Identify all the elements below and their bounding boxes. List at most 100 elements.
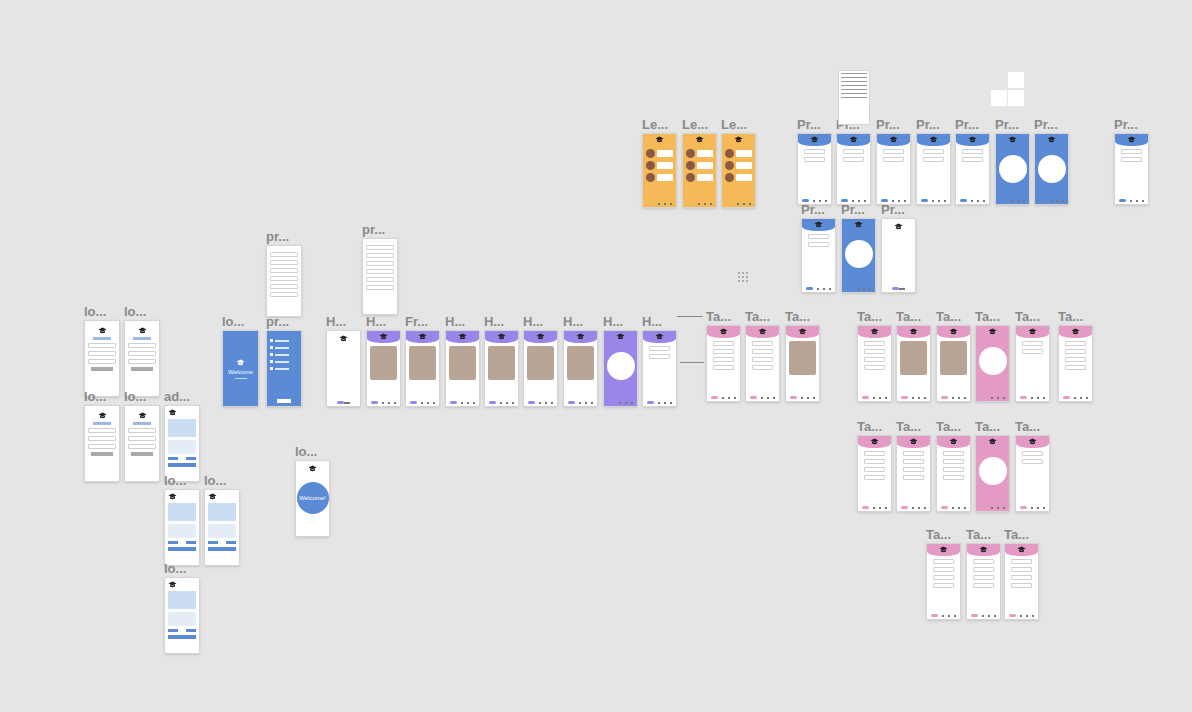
graduation-cap-icon (695, 136, 704, 143)
shape-square[interactable] (1008, 90, 1024, 106)
artboard[interactable]: Ta... (975, 420, 1010, 512)
artboard[interactable]: Ta... (936, 420, 971, 512)
artboard[interactable]: Ta... (785, 310, 820, 402)
artboard-label: Ta... (1015, 310, 1050, 325)
shape-square[interactable] (1008, 72, 1024, 88)
artboard[interactable]: lo... (84, 305, 120, 397)
artboard[interactable]: H... (603, 315, 638, 407)
artboard[interactable]: Ta... (936, 310, 971, 402)
artboard[interactable]: Ta... (745, 310, 780, 402)
artboard[interactable]: lo... (124, 390, 160, 482)
photo (567, 346, 594, 380)
bottom-nav (842, 287, 875, 292)
bottom-nav (937, 506, 970, 511)
design-canvas[interactable]: lo...lo...lo...lo...ad...lo...lo...lo...… (0, 0, 1192, 712)
artboard[interactable]: Ta... (1004, 528, 1039, 620)
artboard[interactable]: Pr... (881, 203, 916, 293)
artboard[interactable]: Pr... (1114, 118, 1149, 205)
artboard[interactable]: Ta... (975, 310, 1010, 402)
artboard-label: lo... (204, 474, 240, 489)
photo (409, 346, 436, 380)
artboard[interactable]: Pr... (1034, 118, 1069, 205)
artboard[interactable]: Le... (721, 118, 756, 208)
content-lines (85, 428, 119, 449)
artboard[interactable]: H... (366, 315, 401, 407)
artboard-label: Pr... (916, 118, 951, 133)
graduation-cap-icon (616, 333, 625, 340)
artboard[interactable]: Ta... (857, 420, 892, 512)
graduation-cap-icon (939, 546, 948, 553)
photo (488, 346, 515, 380)
artboard[interactable]: Ta... (1015, 310, 1050, 402)
graduation-cap-icon (1017, 546, 1026, 553)
artboard[interactable]: Le... (642, 118, 677, 208)
artboard-label: Pr... (995, 118, 1030, 133)
content-lines (840, 149, 867, 162)
graduation-cap-icon (949, 438, 958, 445)
content-lines (930, 559, 957, 588)
artboard[interactable]: Pr... (797, 118, 832, 205)
artboard[interactable]: Fr... (405, 315, 440, 407)
artboard-label: Ta... (926, 528, 961, 543)
artboard[interactable]: lo... (124, 305, 160, 397)
dot-handle[interactable] (738, 272, 748, 282)
artboard[interactable]: Ta... (1015, 420, 1050, 512)
artboard[interactable]: Pr... (916, 118, 951, 205)
artboard[interactable]: lo... (164, 562, 200, 654)
bottom-nav (524, 401, 557, 406)
graduation-cap-icon (138, 412, 147, 419)
content-lines (940, 451, 967, 480)
artboard[interactable]: lo...Welcome (222, 315, 259, 407)
artboard[interactable]: Ta... (896, 420, 931, 512)
bottom-nav (564, 401, 597, 406)
bottom-nav (802, 287, 835, 292)
artboard[interactable]: pr... (362, 223, 398, 315)
artboard[interactable]: ad... (164, 390, 200, 482)
artboard[interactable]: Pr... (801, 203, 836, 293)
graduation-cap-icon (894, 223, 903, 230)
artboard[interactable]: H... (326, 315, 361, 407)
content-lines (1008, 559, 1035, 588)
artboard[interactable]: Le... (682, 118, 717, 208)
artboard-label: lo... (84, 390, 120, 405)
artboard[interactable]: Ta... (857, 310, 892, 402)
artboard[interactable]: Ta... (706, 310, 741, 402)
artboard[interactable]: Pr... (995, 118, 1030, 205)
artboard[interactable]: Ta... (1058, 310, 1093, 402)
artboard[interactable]: lo... (84, 390, 120, 482)
artboard[interactable]: lo... (164, 474, 200, 566)
graduation-cap-icon (814, 221, 823, 228)
artboard[interactable]: lo...Welcome! (295, 445, 330, 537)
artboard[interactable]: lo... (204, 474, 240, 566)
artboard[interactable]: H... (642, 315, 677, 407)
artboard[interactable]: H... (523, 315, 558, 407)
shape-square[interactable] (991, 90, 1007, 106)
artboard-label: Ta... (1015, 420, 1050, 435)
graduation-cap-icon (655, 136, 664, 143)
artboard[interactable]: Pr... (836, 118, 871, 205)
artboard[interactable]: Pr... (841, 203, 876, 293)
artboard[interactable]: Ta... (926, 528, 961, 620)
artboard[interactable]: Pr... (876, 118, 911, 205)
bottom-nav (367, 401, 400, 406)
artboard[interactable]: H... (445, 315, 480, 407)
artboard[interactable]: Ta... (966, 528, 1001, 620)
artboard-label: pr... (266, 230, 302, 245)
artboard[interactable]: Pr... (955, 118, 990, 205)
artboard[interactable]: pr... (266, 230, 302, 317)
artboard[interactable]: Ta... (896, 310, 931, 402)
graduation-cap-icon (236, 359, 245, 366)
graduation-cap-icon (968, 136, 977, 143)
artboard-label: Ta... (785, 310, 820, 325)
bottom-nav (996, 199, 1029, 204)
doc-frame[interactable] (838, 70, 870, 125)
graduation-cap-icon (719, 328, 728, 335)
artboard[interactable]: pr... (266, 315, 302, 407)
artboard-label: lo... (124, 390, 160, 405)
graduation-cap-icon (870, 328, 879, 335)
content-lines (363, 245, 397, 290)
graduation-cap-icon (1028, 438, 1037, 445)
artboard[interactable]: H... (563, 315, 598, 407)
artboard[interactable]: H... (484, 315, 519, 407)
photo (370, 346, 397, 380)
